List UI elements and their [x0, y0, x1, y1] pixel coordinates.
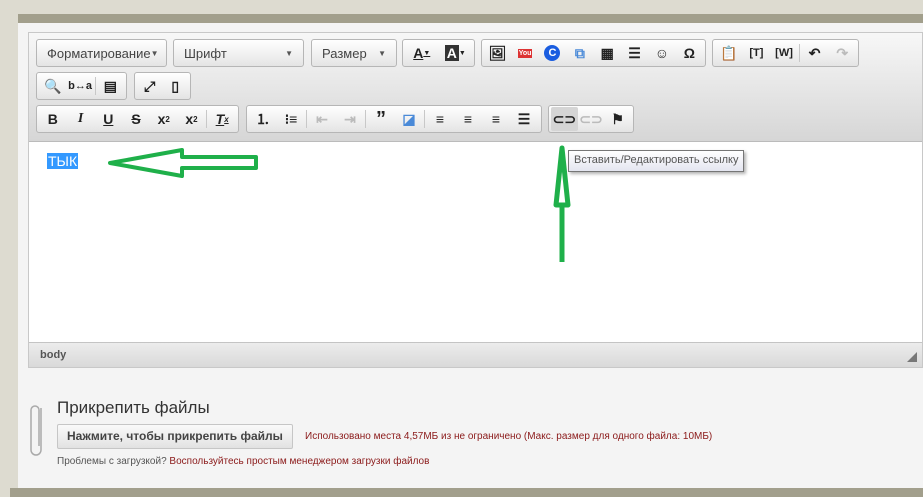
- attach-files-button[interactable]: Нажмите, чтобы прикрепить файлы: [57, 424, 293, 449]
- link-tooltip: Вставить/Редактировать ссылку: [568, 150, 745, 172]
- storage-usage-text: Использовано места 4,57МБ из не ограниче…: [305, 431, 713, 442]
- upload-help: Проблемы с загрузкой? Воспользуйтесь про…: [57, 456, 429, 467]
- annotation-arrows: [108, 145, 571, 262]
- upload-help-prefix: Проблемы с загрузкой?: [57, 456, 167, 467]
- paperclip-icon: [30, 405, 42, 456]
- left-arrow-annotation: [108, 148, 258, 178]
- simple-uploader-link[interactable]: Воспользуйтесь простым менеджером загруз…: [169, 456, 429, 467]
- attach-files-title: Прикрепить файлы: [57, 398, 210, 417]
- up-arrow-annotation: [553, 145, 571, 262]
